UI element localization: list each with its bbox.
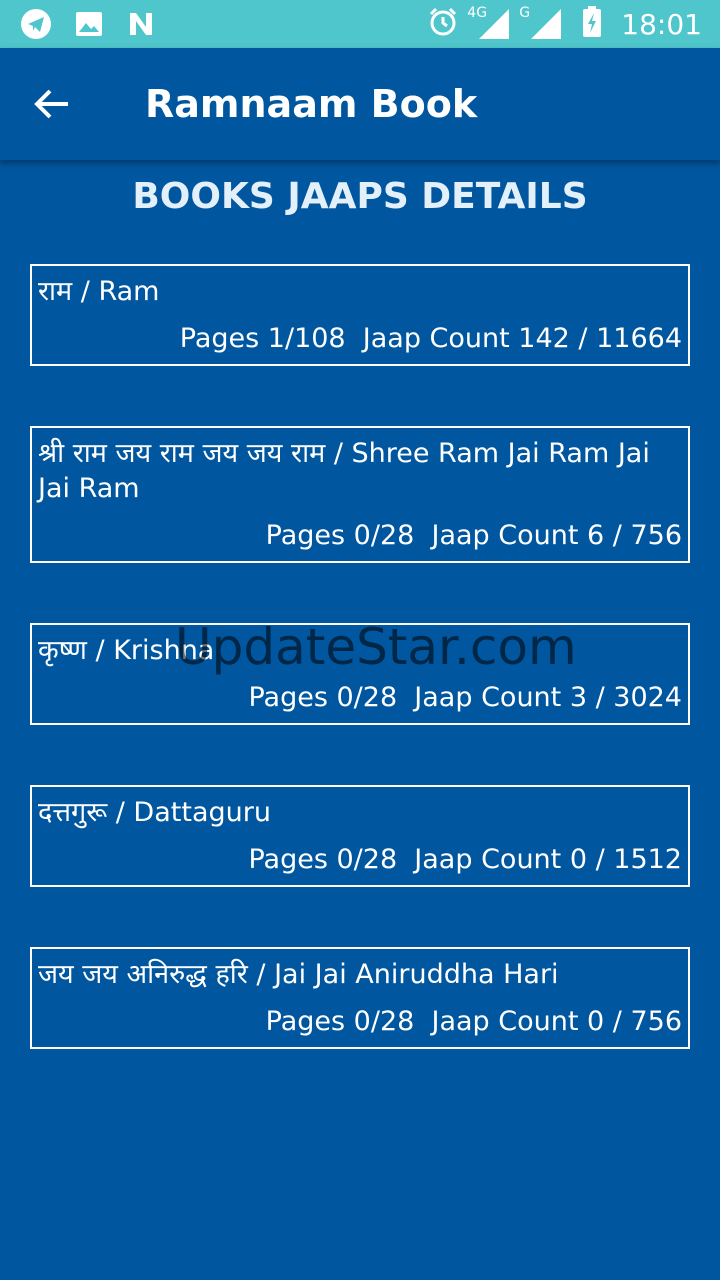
book-card-aniruddha[interactable]: जय जय अनिरुद्ध हरि / Jai Jai Aniruddha H… (30, 947, 690, 1049)
book-name: दत्तगुरू / Dattaguru (38, 797, 271, 828)
app-bar: Ramnaam Book (0, 48, 720, 160)
telegram-icon (20, 8, 52, 44)
clock: 18:01 (621, 7, 702, 41)
battery-charging-icon (581, 5, 603, 43)
book-stats: Pages 0/28 Jaap Count 3 / 3024 (248, 682, 682, 713)
status-bar: 4G G 18:01 (0, 0, 720, 48)
image-icon (74, 9, 104, 43)
network-type-label: G (519, 5, 531, 21)
back-button[interactable] (32, 84, 80, 124)
book-card-ram[interactable]: राम / Ram Pages 1/108 Jaap Count 142 / 1… (30, 264, 690, 366)
book-name: जय जय अनिरुद्ध हरि / Jai Jai Aniruddha H… (38, 959, 559, 990)
arrow-left-icon (34, 89, 68, 119)
alarm-icon (427, 6, 459, 42)
watermark: UpdateStar.com (175, 618, 577, 676)
book-stats: Pages 0/28 Jaap Count 0 / 1512 (248, 844, 682, 875)
book-name: श्री राम जय राम जय जय राम / Shree Ram Ja… (38, 438, 650, 504)
network-type-label: 4G (467, 5, 488, 21)
book-stats: Pages 1/108 Jaap Count 142 / 11664 (179, 323, 682, 354)
n-icon (126, 9, 156, 43)
book-card-dattaguru[interactable]: दत्तगुरू / Dattaguru Pages 0/28 Jaap Cou… (30, 785, 690, 887)
signal-g-icon: G (519, 5, 563, 41)
notification-icons (20, 8, 156, 44)
section-title: BOOKS JAAPS DETAILS (132, 176, 588, 217)
system-icons: 4G G 18:01 (427, 0, 702, 48)
book-stats: Pages 0/28 Jaap Count 6 / 756 (265, 520, 682, 551)
app-title: Ramnaam Book (145, 82, 478, 126)
book-stats: Pages 0/28 Jaap Count 0 / 756 (265, 1006, 682, 1037)
book-card-shree-ram[interactable]: श्री राम जय राम जय जय राम / Shree Ram Ja… (30, 426, 690, 563)
signal-4g-icon: 4G (467, 5, 511, 41)
book-name: राम / Ram (38, 276, 160, 307)
